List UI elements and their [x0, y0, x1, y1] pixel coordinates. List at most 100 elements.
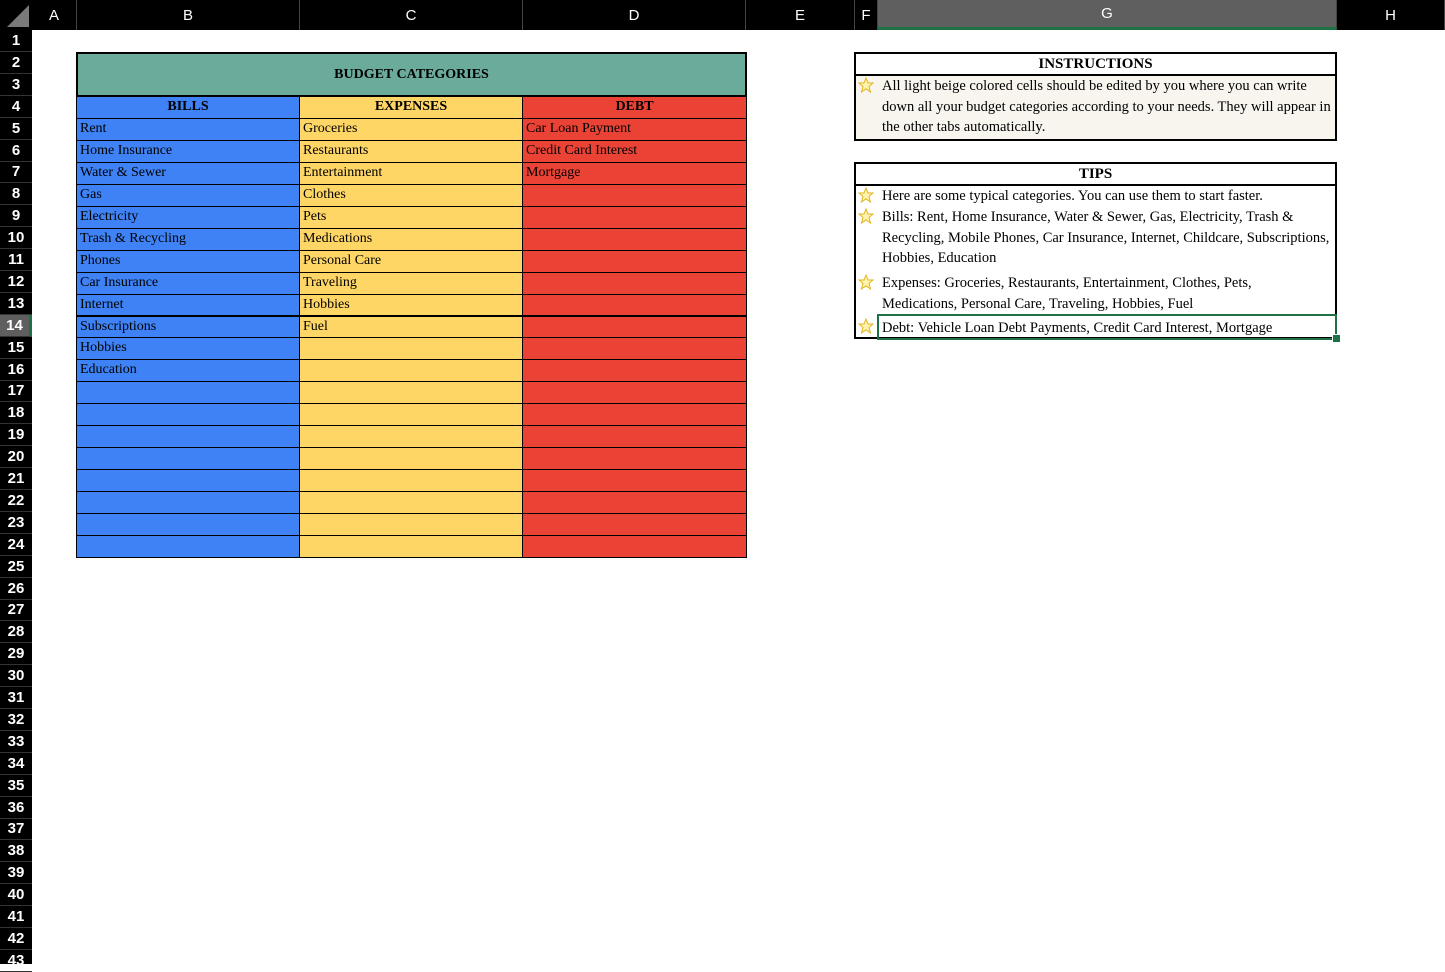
column-header-d[interactable]: D [523, 0, 746, 30]
expenses-cell[interactable] [299, 491, 523, 515]
row-header-33[interactable]: 33 [0, 731, 32, 753]
row-header-6[interactable]: 6 [0, 140, 32, 162]
bills-cell[interactable]: Hobbies [76, 337, 300, 361]
expenses-header[interactable]: EXPENSES [299, 96, 523, 119]
row-header-27[interactable]: 27 [0, 599, 32, 622]
row-header-31[interactable]: 31 [0, 687, 32, 709]
row-header-28[interactable]: 28 [0, 621, 32, 644]
row-header-19[interactable]: 19 [0, 424, 32, 447]
bills-cell[interactable]: Car Insurance [76, 271, 300, 295]
row-header-25[interactable]: 25 [0, 556, 32, 578]
bills-cell[interactable] [76, 381, 300, 405]
expenses-cell[interactable] [299, 381, 523, 405]
row-header-4[interactable]: 4 [0, 96, 32, 118]
debt-cell[interactable]: Credit Card Interest [522, 139, 747, 163]
row-header-22[interactable]: 22 [0, 490, 32, 512]
debt-cell[interactable] [522, 315, 747, 339]
debt-cell[interactable] [522, 249, 747, 273]
budget-categories-title[interactable]: BUDGET CATEGORIES [76, 52, 747, 97]
row-header-8[interactable]: 8 [0, 183, 32, 206]
bills-cell[interactable]: Home Insurance [76, 139, 300, 163]
expenses-cell[interactable]: Entertainment [299, 161, 523, 185]
debt-header[interactable]: DEBT [522, 96, 747, 119]
debt-cell[interactable] [522, 425, 747, 449]
expenses-cell[interactable] [299, 403, 523, 427]
column-header-h[interactable]: H [1337, 0, 1445, 30]
bills-cell[interactable] [76, 447, 300, 471]
bills-cell[interactable]: Gas [76, 183, 300, 207]
expenses-cell[interactable] [299, 447, 523, 471]
row-header-29[interactable]: 29 [0, 643, 32, 666]
debt-cell[interactable] [522, 183, 747, 207]
row-header-36[interactable]: 36 [0, 797, 32, 819]
expenses-cell[interactable] [299, 469, 523, 493]
row-header-35[interactable]: 35 [0, 775, 32, 797]
debt-cell[interactable] [522, 381, 747, 405]
expenses-cell[interactable] [299, 535, 523, 558]
row-header-2[interactable]: 2 [0, 52, 32, 74]
row-header-7[interactable]: 7 [0, 161, 32, 184]
column-header-c[interactable]: C [300, 0, 523, 30]
bills-cell[interactable]: Subscriptions [76, 315, 300, 339]
expenses-cell[interactable]: Fuel [299, 315, 523, 339]
row-header-21[interactable]: 21 [0, 468, 32, 490]
expenses-cell[interactable]: Restaurants [299, 139, 523, 163]
bills-cell[interactable]: Trash & Recycling [76, 227, 300, 251]
selected-cell-g14[interactable] [877, 314, 1337, 340]
row-header-24[interactable]: 24 [0, 534, 32, 556]
row-header-43[interactable]: 43 [0, 950, 32, 972]
debt-cell[interactable] [522, 535, 747, 558]
row-header-18[interactable]: 18 [0, 402, 32, 425]
bills-cell[interactable] [76, 403, 300, 427]
row-header-30[interactable]: 30 [0, 665, 32, 688]
row-header-38[interactable]: 38 [0, 840, 32, 863]
expenses-cell[interactable] [299, 337, 523, 361]
row-header-42[interactable]: 42 [0, 928, 32, 950]
debt-cell[interactable] [522, 271, 747, 295]
column-header-e[interactable]: E [746, 0, 855, 30]
debt-cell[interactable] [522, 205, 747, 229]
debt-cell[interactable]: Mortgage [522, 161, 747, 185]
row-header-23[interactable]: 23 [0, 512, 32, 534]
debt-cell[interactable] [522, 513, 747, 536]
row-header-40[interactable]: 40 [0, 884, 32, 907]
row-header-37[interactable]: 37 [0, 818, 32, 841]
expenses-cell[interactable]: Groceries [299, 117, 523, 141]
expenses-cell[interactable] [299, 359, 523, 383]
row-header-10[interactable]: 10 [0, 227, 32, 250]
debt-cell[interactable] [522, 447, 747, 471]
expenses-cell[interactable] [299, 425, 523, 449]
bills-cell[interactable]: Education [76, 359, 300, 383]
bills-cell[interactable] [76, 535, 300, 558]
row-header-16[interactable]: 16 [0, 359, 32, 381]
expenses-cell[interactable]: Medications [299, 227, 523, 251]
bills-cell[interactable] [76, 491, 300, 515]
row-header-41[interactable]: 41 [0, 906, 32, 928]
column-header-b[interactable]: B [77, 0, 300, 30]
column-header-g[interactable]: G [878, 0, 1337, 30]
row-header-39[interactable]: 39 [0, 862, 32, 885]
row-header-15[interactable]: 15 [0, 337, 32, 359]
expenses-cell[interactable]: Pets [299, 205, 523, 229]
row-header-14[interactable]: 14 [0, 314, 32, 337]
row-header-32[interactable]: 32 [0, 709, 32, 731]
row-header-3[interactable]: 3 [0, 74, 32, 96]
column-header-a[interactable]: A [32, 0, 77, 30]
debt-cell[interactable] [522, 469, 747, 493]
row-header-11[interactable]: 11 [0, 249, 32, 271]
bills-cell[interactable]: Rent [76, 117, 300, 141]
debt-cell[interactable] [522, 403, 747, 427]
row-header-20[interactable]: 20 [0, 446, 32, 469]
expenses-cell[interactable]: Traveling [299, 271, 523, 295]
row-header-26[interactable]: 26 [0, 578, 32, 600]
debt-cell[interactable] [522, 293, 747, 317]
bills-header[interactable]: BILLS [76, 96, 300, 119]
bills-cell[interactable] [76, 425, 300, 449]
row-header-34[interactable]: 34 [0, 753, 32, 775]
bills-cell[interactable]: Water & Sewer [76, 161, 300, 185]
bills-cell[interactable]: Electricity [76, 205, 300, 229]
bills-cell[interactable]: Internet [76, 293, 300, 317]
column-header-f[interactable]: F [855, 0, 878, 30]
row-header-1[interactable]: 1 [0, 30, 32, 52]
debt-cell[interactable] [522, 227, 747, 251]
